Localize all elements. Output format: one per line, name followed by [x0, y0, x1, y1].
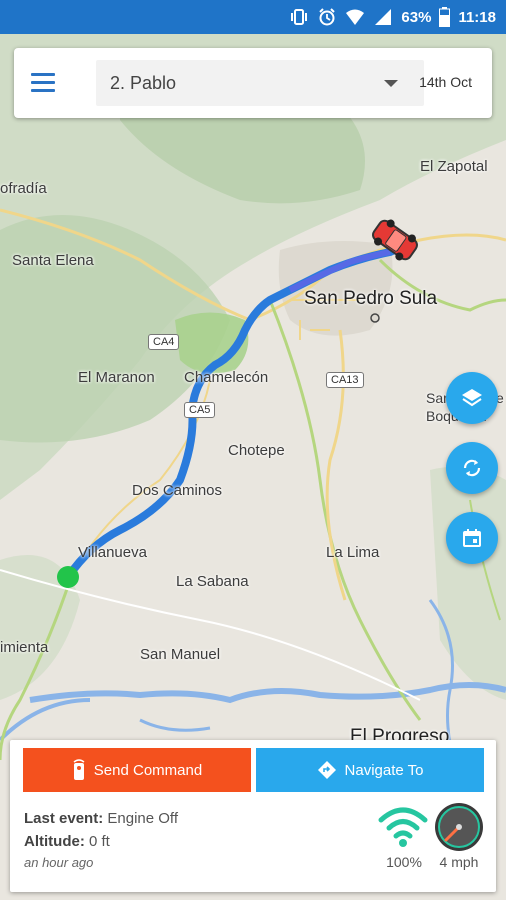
map-label: Dos Caminos [132, 482, 223, 499]
altitude-row: Altitude: 0 ft [24, 833, 110, 850]
speedometer-icon [435, 803, 483, 851]
status-bar: 63% 11:18 [0, 0, 506, 34]
vibrate-icon [291, 9, 308, 25]
map-label: Santa Elena [12, 252, 94, 269]
top-bar: 2. Pablo 14th Oct [14, 48, 492, 118]
map-label: Villanueva [78, 544, 147, 561]
device-dropdown-value: 2. Pablo [110, 73, 177, 93]
map-label: La Lima [326, 544, 380, 561]
send-command-button[interactable]: Send Command [23, 748, 251, 792]
start-marker[interactable] [57, 566, 79, 588]
directions-icon [317, 761, 336, 779]
altitude-value: 0 ft [89, 833, 110, 850]
speed-value: 4 mph [439, 854, 479, 870]
clock-time: 11:18 [458, 8, 496, 26]
chevron-down-icon [384, 80, 398, 87]
time-ago: an hour ago [24, 855, 94, 870]
signal-icon [375, 9, 392, 25]
menu-icon[interactable] [28, 68, 58, 98]
map-label: ofradía [0, 180, 47, 197]
map-label: Chamelecón [184, 369, 269, 386]
layers-icon [462, 389, 482, 407]
refresh-button[interactable] [446, 442, 498, 494]
last-event-label: Last event: [24, 810, 104, 827]
remote-control-icon [73, 759, 85, 780]
layers-button[interactable] [446, 372, 498, 424]
navigate-to-label: Navigate To [344, 761, 424, 779]
device-dropdown[interactable]: 2. Pablo [96, 60, 424, 106]
map-label: Chotepe [228, 442, 285, 459]
date-label[interactable]: 14th Oct [419, 74, 472, 90]
last-event-value: Engine Off [107, 810, 178, 827]
battery-percentage: 63% [401, 8, 432, 26]
calendar-icon [463, 529, 481, 547]
vehicle-info-panel: Send Command Navigate To Last event: Eng… [10, 740, 496, 892]
road-shield: CA4 [148, 334, 180, 350]
map-label: El Maranon [78, 369, 155, 386]
navigate-to-button[interactable]: Navigate To [256, 748, 484, 792]
map-label: San Pedro Sula [304, 288, 438, 309]
map-label: La Sabana [176, 573, 249, 590]
road-shield: CA13 [326, 372, 364, 388]
altitude-label: Altitude: [24, 833, 85, 850]
map-label: El Zapotal [420, 158, 488, 175]
alarm-icon [319, 8, 336, 26]
road-shield: CA5 [184, 402, 216, 418]
signal-strength-value: 100% [386, 854, 422, 870]
send-command-label: Send Command [93, 761, 203, 779]
calendar-button[interactable] [446, 512, 498, 564]
signal-strength-icon [378, 807, 428, 847]
battery-icon [439, 7, 451, 27]
map-label: imienta [0, 639, 49, 656]
last-event-row: Last event: Engine Off [24, 810, 178, 827]
map-label: San Manuel [140, 646, 221, 663]
wifi-icon [346, 9, 365, 25]
refresh-icon [463, 459, 481, 477]
